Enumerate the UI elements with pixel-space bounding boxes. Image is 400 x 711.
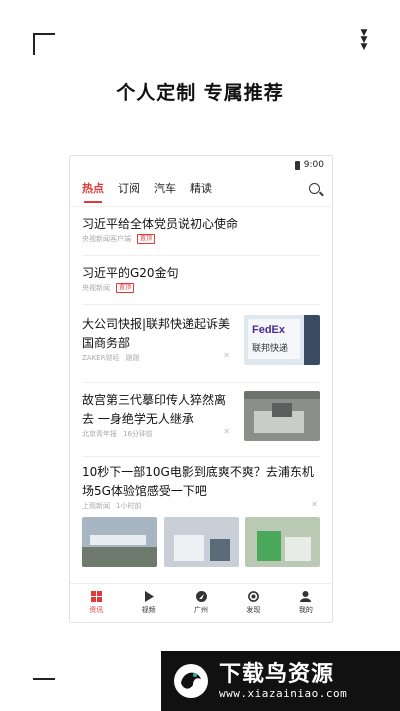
tab-subscribe[interactable]: 订阅 bbox=[118, 180, 140, 200]
nav-news[interactable]: 资讯 bbox=[70, 584, 122, 622]
brand-watermark: 下载鸟资源 www.xiazainiao.com bbox=[161, 651, 400, 711]
news-title: 大公司快报|联邦快递起诉美国商务部 bbox=[82, 317, 231, 350]
nav-label: 发现 bbox=[246, 606, 261, 614]
news-time: 16分钟前 bbox=[123, 430, 153, 438]
list-item[interactable]: 习近平给全体党员说初心使命 央视新闻客户端 置顶 bbox=[82, 207, 320, 256]
list-item[interactable]: 大公司快报|联邦快递起诉美国商务部 ZAKER财经 刚刚 ✕ FedEx 联邦快… bbox=[82, 305, 320, 383]
nav-video[interactable]: 视频 bbox=[122, 584, 174, 622]
image-row bbox=[82, 517, 320, 567]
pinned-badge: 置顶 bbox=[116, 283, 135, 293]
search-icon[interactable] bbox=[309, 183, 320, 194]
nav-label: 视频 bbox=[141, 606, 156, 614]
nav-label: 我的 bbox=[298, 606, 313, 614]
location-icon bbox=[195, 591, 207, 602]
brand-url: www.xiazainiao.com bbox=[219, 686, 348, 700]
news-time: 刚刚 bbox=[125, 354, 140, 362]
news-photo bbox=[245, 517, 320, 567]
status-bar: 9:00 bbox=[70, 156, 332, 174]
user-icon bbox=[300, 591, 312, 602]
news-source: 上观新闻 bbox=[82, 502, 110, 510]
list-item[interactable]: 习近平的G20金句 央视新闻 置顶 bbox=[82, 256, 320, 305]
promo-title: 个人定制 专属推荐 bbox=[116, 82, 284, 104]
news-time: 1小时前 bbox=[116, 502, 142, 510]
bird-logo-icon bbox=[174, 664, 208, 698]
nav-profile[interactable]: 我的 bbox=[280, 584, 332, 622]
corner-dash bbox=[33, 678, 55, 680]
nav-label: 资讯 bbox=[89, 606, 104, 614]
status-time: 9:00 bbox=[303, 160, 324, 170]
news-title: 10秒下一部10G电影到底爽不爽？去浦东机场5G体验馆感受一下吧 bbox=[82, 465, 314, 498]
news-source: 北京青年报 bbox=[82, 430, 117, 438]
news-source: ZAKER财经 bbox=[82, 354, 120, 362]
brand-name: 下载鸟资源 bbox=[219, 661, 335, 687]
news-thumbnail: FedEx 联邦快递 bbox=[244, 315, 320, 365]
news-meta: 央视新闻 置顶 bbox=[82, 283, 320, 293]
play-icon bbox=[145, 591, 155, 602]
list-item[interactable]: 故宫第三代摹印传人猝然离去 一身绝学无人继承 北京青年报 16分钟前 ✕ bbox=[82, 383, 320, 457]
news-title: 习近平给全体党员说初心使命 bbox=[82, 217, 239, 231]
news-meta: 央视新闻客户端 置顶 bbox=[82, 234, 320, 244]
chevron-down-icon[interactable]: ▼ ▼ ▼ bbox=[357, 29, 371, 52]
nav-local[interactable]: 广州 bbox=[175, 584, 227, 622]
battery-icon bbox=[294, 160, 300, 170]
news-title: 习近平的G20金句 bbox=[82, 266, 179, 280]
news-photo bbox=[82, 517, 157, 567]
news-thumbnail bbox=[244, 391, 320, 441]
news-source: 央视新闻 bbox=[82, 284, 110, 292]
nav-label: 广州 bbox=[194, 606, 209, 614]
svg-text:FedEx: FedEx bbox=[252, 324, 286, 336]
news-source: 央视新闻客户端 bbox=[82, 235, 131, 243]
close-icon[interactable]: ✕ bbox=[223, 427, 230, 436]
tab-featured[interactable]: 精读 bbox=[190, 180, 212, 200]
news-meta: 上观新闻 1小时前 bbox=[82, 501, 320, 511]
discover-icon bbox=[248, 591, 259, 602]
news-photo bbox=[163, 517, 239, 567]
close-icon[interactable]: ✕ bbox=[223, 351, 230, 360]
tab-bar: 热点 订阅 汽车 精读 bbox=[70, 174, 332, 207]
nav-discover[interactable]: 发现 bbox=[227, 584, 279, 622]
close-icon[interactable]: ✕ bbox=[311, 500, 318, 509]
bottom-nav: 资讯 视频 广州 发现 我的 bbox=[70, 583, 332, 622]
pinned-badge: 置顶 bbox=[137, 234, 156, 244]
tab-hot[interactable]: 热点 bbox=[82, 180, 104, 203]
news-title: 故宫第三代摹印传人猝然离去 一身绝学无人继承 bbox=[82, 393, 227, 426]
corner-bracket bbox=[33, 33, 55, 55]
list-item[interactable]: 10秒下一部10G电影到底爽不爽？去浦东机场5G体验馆感受一下吧 上观新闻 1小… bbox=[82, 457, 320, 577]
svg-text:联邦快递: 联邦快递 bbox=[252, 342, 288, 354]
grid-icon bbox=[90, 591, 102, 602]
phone-mockup: 9:00 热点 订阅 汽车 精读 习近平给全体党员说初心使命 央视新闻客户端 置… bbox=[69, 155, 333, 623]
tab-auto[interactable]: 汽车 bbox=[154, 180, 176, 200]
